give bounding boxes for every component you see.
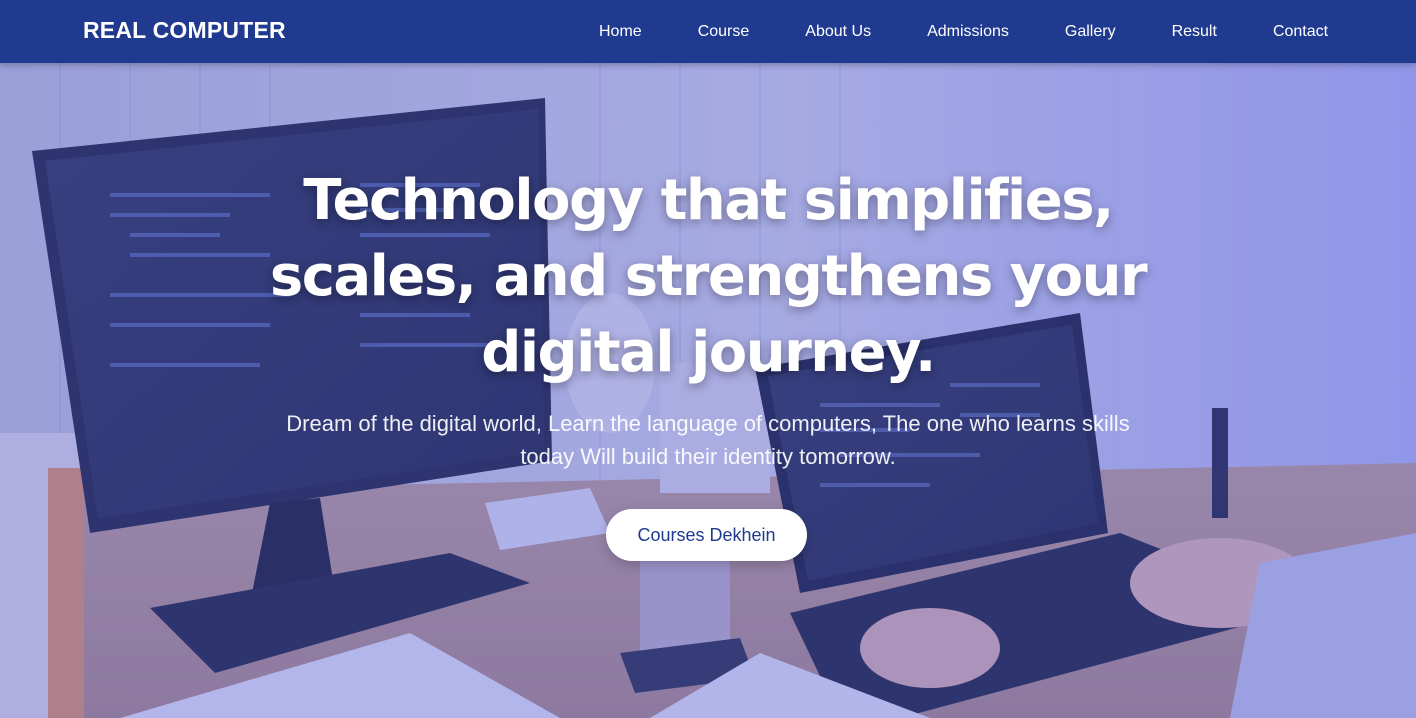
hero-content: Technology that simplifies, scales, and … (0, 63, 1416, 718)
nav-link-about-us[interactable]: About Us (805, 23, 871, 41)
nav-link-gallery[interactable]: Gallery (1065, 23, 1116, 41)
nav-menu: Home Course About Us Admissions Gallery … (599, 0, 1328, 63)
courses-button[interactable]: Courses Dekhein (606, 509, 807, 561)
nav-link-course[interactable]: Course (698, 23, 750, 41)
nav-link-home[interactable]: Home (599, 23, 642, 41)
nav-link-admissions[interactable]: Admissions (927, 23, 1009, 41)
hero-section: Technology that simplifies, scales, and … (0, 63, 1416, 718)
brand-logo[interactable]: REAL COMPUTER (83, 17, 286, 44)
hero-headline: Technology that simplifies, scales, and … (269, 168, 1148, 385)
nav-link-result[interactable]: Result (1172, 23, 1217, 41)
nav-link-contact[interactable]: Contact (1273, 23, 1328, 41)
hero-subtext: Dream of the digital world, Learn the la… (286, 411, 1130, 469)
navbar: REAL COMPUTER Home Course About Us Admis… (0, 0, 1416, 63)
